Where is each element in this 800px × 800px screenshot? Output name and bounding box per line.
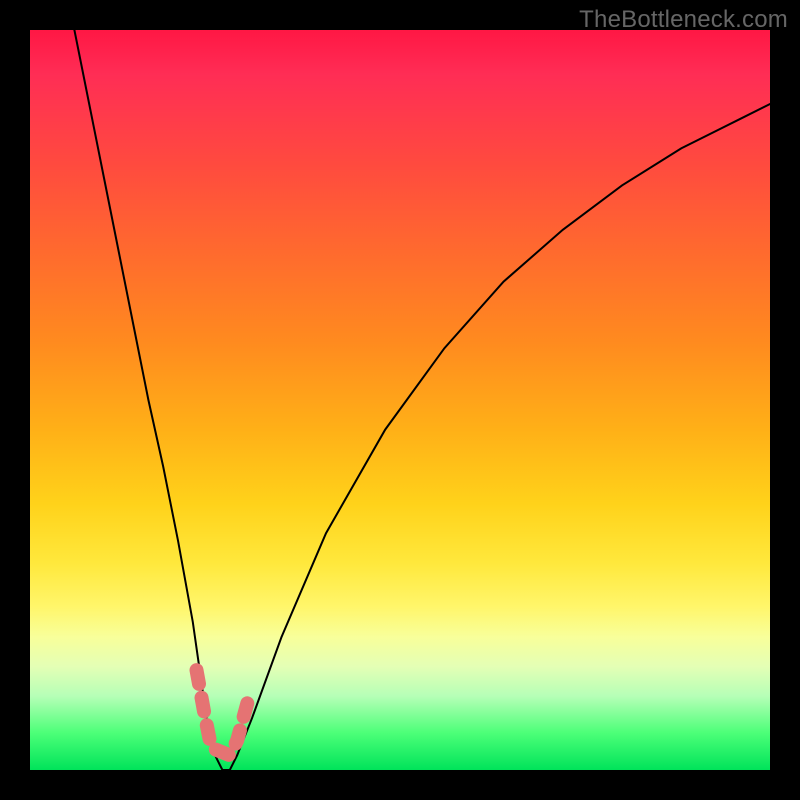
- chart-svg: [30, 30, 770, 770]
- chart-frame: TheBottleneck.com: [0, 0, 800, 800]
- highlight-dots: [197, 670, 249, 755]
- bottleneck-curve: [74, 30, 770, 770]
- plot-area: [30, 30, 770, 770]
